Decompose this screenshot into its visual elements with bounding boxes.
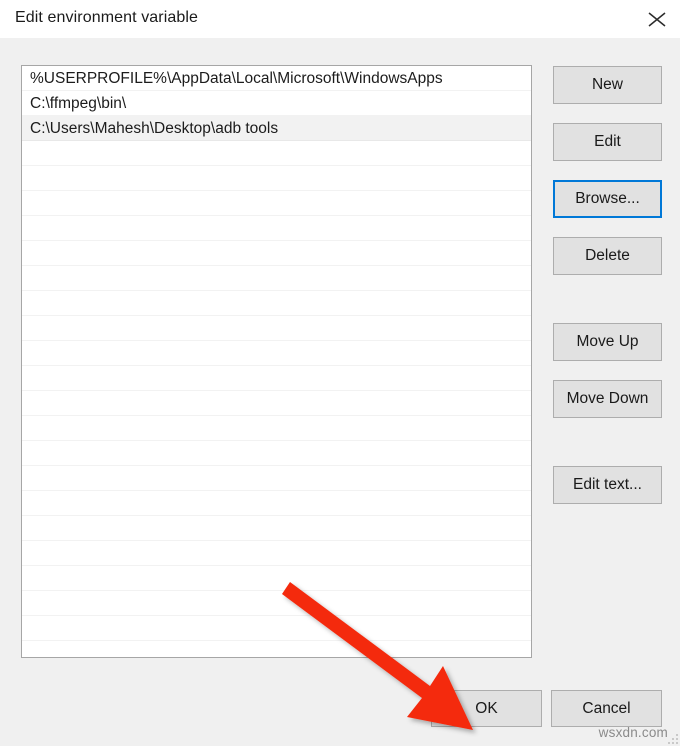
- list-item-empty[interactable]: [22, 391, 531, 416]
- new-button[interactable]: New: [553, 66, 662, 104]
- list-item-empty[interactable]: [22, 591, 531, 616]
- list-item-empty[interactable]: [22, 266, 531, 291]
- list-item-empty[interactable]: [22, 416, 531, 441]
- list-item-empty[interactable]: [22, 291, 531, 316]
- delete-button[interactable]: Delete: [553, 237, 662, 275]
- move-up-button[interactable]: Move Up: [553, 323, 662, 361]
- dialog-body: %USERPROFILE%\AppData\Local\Microsoft\Wi…: [0, 38, 680, 746]
- list-item-empty[interactable]: [22, 366, 531, 391]
- list-item-empty[interactable]: [22, 191, 531, 216]
- list-item-empty[interactable]: [22, 516, 531, 541]
- list-item-empty[interactable]: [22, 541, 531, 566]
- list-item-empty[interactable]: [22, 166, 531, 191]
- list-item-empty[interactable]: [22, 566, 531, 591]
- list-item-empty[interactable]: [22, 241, 531, 266]
- edit-text-button[interactable]: Edit text...: [553, 466, 662, 504]
- edit-button[interactable]: Edit: [553, 123, 662, 161]
- close-button[interactable]: [634, 0, 680, 38]
- list-item[interactable]: C:\ffmpeg\bin\: [22, 91, 531, 116]
- list-item[interactable]: %USERPROFILE%\AppData\Local\Microsoft\Wi…: [22, 66, 531, 91]
- dialog-titlebar: Edit environment variable: [0, 0, 680, 38]
- list-item-empty[interactable]: [22, 316, 531, 341]
- list-item-empty[interactable]: [22, 141, 531, 166]
- ok-button[interactable]: OK: [431, 690, 542, 727]
- list-item-empty[interactable]: [22, 441, 531, 466]
- edit-environment-variable-dialog: Edit environment variable %USERPROFILE%\…: [0, 0, 680, 746]
- list-item-empty[interactable]: [22, 216, 531, 241]
- list-item-empty[interactable]: [22, 491, 531, 516]
- list-item[interactable]: C:\Users\Mahesh\Desktop\adb tools: [22, 116, 531, 141]
- cancel-button[interactable]: Cancel: [551, 690, 662, 727]
- list-item-empty[interactable]: [22, 616, 531, 641]
- dialog-title: Edit environment variable: [15, 9, 199, 26]
- watermark: wsxdn.com: [598, 725, 668, 740]
- list-item-empty[interactable]: [22, 466, 531, 491]
- browse-button[interactable]: Browse...: [553, 180, 662, 218]
- list-item-empty[interactable]: [22, 341, 531, 366]
- resize-grip[interactable]: [666, 732, 678, 744]
- move-down-button[interactable]: Move Down: [553, 380, 662, 418]
- path-listbox[interactable]: %USERPROFILE%\AppData\Local\Microsoft\Wi…: [21, 65, 532, 658]
